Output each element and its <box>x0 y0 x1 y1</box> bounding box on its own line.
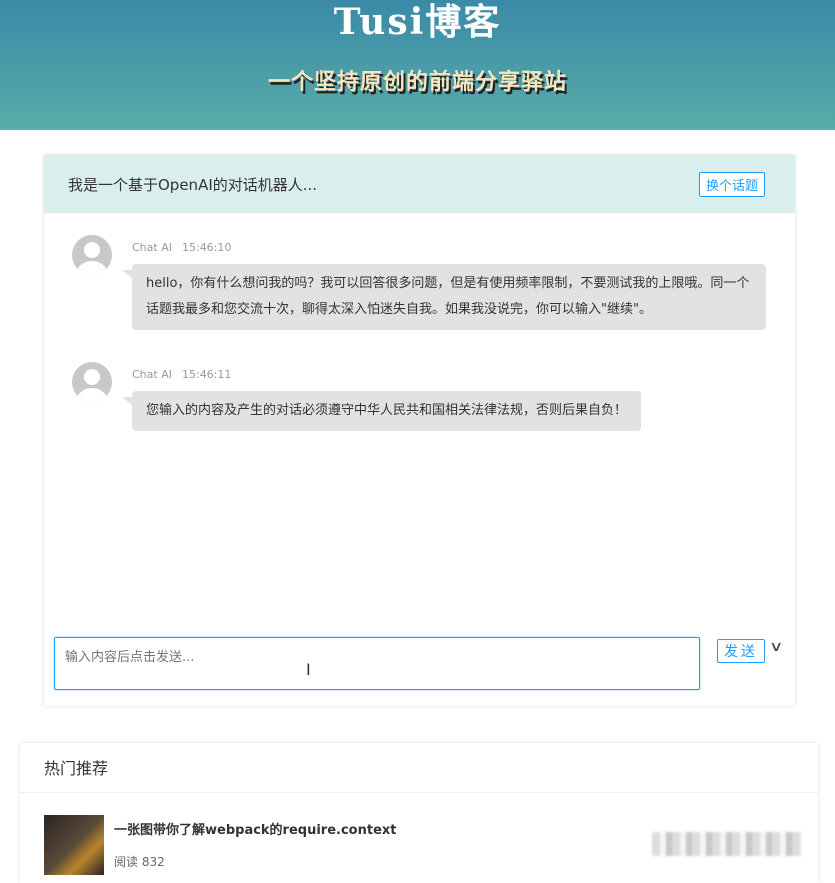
site-banner: Tusi博客 一个坚持原创的前端分享驿站 <box>0 0 835 130</box>
article-title[interactable]: 一张图带你了解webpack的require.context <box>114 819 397 838</box>
message-sender: Chat AI <box>132 368 172 381</box>
chat-header: 我是一个基于OpenAI的对话机器人... 换个话题 <box>44 155 795 213</box>
recommend-panel: 热门推荐 一张图带你了解webpack的require.context 阅读 8… <box>20 743 818 883</box>
recommend-title: 热门推荐 <box>20 743 818 793</box>
article-reads: 阅读 832 <box>114 853 165 870</box>
avatar <box>72 235 112 275</box>
article-thumbnail[interactable] <box>44 815 104 875</box>
chat-title: 我是一个基于OpenAI的对话机器人... <box>68 174 317 195</box>
site-slogan: 一个坚持原创的前端分享驿站 <box>0 64 835 96</box>
site-logo[interactable]: Tusi博客 <box>0 0 835 44</box>
message-time: 15:46:11 <box>182 368 231 381</box>
avatar <box>72 362 112 402</box>
blurred-date <box>652 832 802 856</box>
chat-input[interactable] <box>54 637 700 690</box>
message-time: 15:46:10 <box>182 241 231 254</box>
message-bubble: 您输入的内容及产生的对话必须遵守中华人民共和国相关法律法规，否则后果自负！ <box>132 391 641 431</box>
send-button[interactable]: 发送 <box>717 639 765 663</box>
message-bubble: hello，你有什么想问我的吗？我可以回答很多问题，但是有使用频率限制，不要测试… <box>132 264 766 330</box>
text-cursor-icon: I <box>306 660 311 679</box>
switch-topic-button[interactable]: 换个话题 <box>699 172 765 197</box>
message-sender: Chat AI <box>132 241 172 254</box>
chat-panel: 我是一个基于OpenAI的对话机器人... 换个话题 Chat AI 15:46:… <box>44 155 795 706</box>
chevron-down-icon[interactable]: ∨ <box>769 639 783 655</box>
